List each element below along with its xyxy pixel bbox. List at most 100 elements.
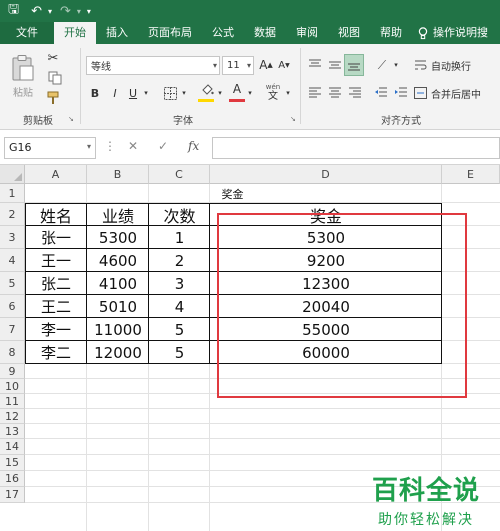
font-launcher-icon[interactable]: ↘ — [290, 115, 296, 123]
row-header-10[interactable]: 10 — [0, 379, 25, 394]
fill-dropdown-icon[interactable]: ▾ — [216, 84, 224, 102]
increase-indent-icon[interactable] — [392, 84, 410, 102]
clipboard-launcher-icon[interactable]: ↘ — [68, 115, 74, 123]
cell-performance[interactable]: 5010 — [87, 295, 149, 318]
italic-button[interactable]: I — [108, 84, 122, 102]
row-header-12[interactable]: 12 — [0, 409, 25, 424]
phonetic-dropdown-icon[interactable]: ▾ — [284, 84, 292, 102]
insert-function-icon[interactable]: fx — [188, 139, 199, 153]
header-cell-count[interactable]: 次数 — [149, 203, 210, 226]
gridline — [25, 438, 500, 439]
tell-me-search[interactable]: 操作说明搜 — [412, 22, 494, 44]
column-header-c[interactable]: C — [149, 165, 210, 184]
fill-color-icon[interactable] — [198, 82, 216, 98]
align-center-icon[interactable] — [326, 84, 344, 102]
cell-count[interactable]: 1 — [149, 226, 210, 249]
cell-count[interactable]: 2 — [149, 249, 210, 272]
header-cell-name[interactable]: 姓名 — [25, 203, 87, 226]
cell-name[interactable]: 李一 — [25, 318, 87, 341]
column-header-e[interactable]: E — [442, 165, 500, 184]
font-color-button[interactable]: A — [230, 81, 244, 97]
borders-icon[interactable] — [162, 84, 178, 102]
align-right-icon[interactable] — [346, 84, 364, 102]
phonetic-button[interactable]: wén 文 — [262, 82, 284, 102]
row-header-16[interactable]: 16 — [0, 471, 25, 487]
merge-center-button[interactable]: 合并后居中 — [414, 84, 500, 102]
cell-count[interactable]: 5 — [149, 318, 210, 341]
row-header-6[interactable]: 6 — [0, 295, 25, 318]
font-size-combo[interactable]: 11 ▾ — [222, 56, 254, 75]
cell-performance[interactable]: 4600 — [87, 249, 149, 272]
align-middle-icon[interactable] — [326, 56, 344, 74]
tab-help[interactable]: 帮助 — [370, 22, 412, 44]
cell-count[interactable]: 4 — [149, 295, 210, 318]
shrink-font-button[interactable]: A ▼ — [276, 56, 292, 74]
row-header-2[interactable]: 2 — [0, 203, 25, 226]
row-header-14[interactable]: 14 — [0, 439, 25, 455]
undo-dropdown-icon[interactable]: ▾ — [44, 0, 56, 22]
format-painter-icon[interactable] — [44, 90, 62, 106]
name-box[interactable]: G16 ▾ — [4, 137, 96, 159]
formula-input[interactable] — [212, 137, 500, 159]
cell-name[interactable]: 王一 — [25, 249, 87, 272]
cell-name[interactable]: 李二 — [25, 341, 87, 364]
grow-font-button[interactable]: A ▲ — [258, 56, 274, 74]
sheet-title-cell[interactable]: 奖金 — [210, 184, 255, 203]
cancel-icon[interactable]: ✕ — [128, 139, 138, 153]
font-name-combo[interactable]: 等线 ▾ — [86, 56, 220, 75]
cell-performance[interactable]: 12000 — [87, 341, 149, 364]
cell-performance[interactable]: 5300 — [87, 226, 149, 249]
cell-count[interactable]: 3 — [149, 272, 210, 295]
column-header-d[interactable]: D — [210, 165, 442, 184]
tab-formulas[interactable]: 公式 — [202, 22, 244, 44]
orientation-icon[interactable]: ⟋ — [372, 56, 392, 74]
underline-dropdown-icon[interactable]: ▾ — [142, 84, 150, 102]
decrease-indent-icon[interactable] — [372, 84, 390, 102]
cell-performance[interactable]: 4100 — [87, 272, 149, 295]
align-top-icon[interactable] — [306, 56, 324, 74]
bold-button[interactable]: B — [88, 84, 102, 102]
paste-button[interactable]: 粘贴 — [8, 50, 38, 102]
row-header-7[interactable]: 7 — [0, 318, 25, 341]
cell-name[interactable]: 王二 — [25, 295, 87, 318]
row-header-9[interactable]: 9 — [0, 364, 25, 379]
column-header-b[interactable]: B — [87, 165, 149, 184]
row-header-8[interactable]: 8 — [0, 341, 25, 364]
tab-home[interactable]: 开始 — [54, 22, 96, 44]
tab-data[interactable]: 数据 — [244, 22, 286, 44]
row-header-13[interactable]: 13 — [0, 424, 25, 439]
lightbulb-icon — [418, 26, 428, 39]
row-header-11[interactable]: 11 — [0, 394, 25, 409]
cut-icon[interactable]: ✂ — [44, 50, 62, 66]
redo-dropdown-icon[interactable]: ▾ — [73, 0, 85, 22]
row-header-1[interactable]: 1 — [0, 184, 25, 203]
row-header-4[interactable]: 4 — [0, 249, 25, 272]
font-color-dropdown-icon[interactable]: ▾ — [246, 84, 254, 102]
header-cell-performance[interactable]: 业绩 — [87, 203, 149, 226]
row-header-5[interactable]: 5 — [0, 272, 25, 295]
orientation-dropdown-icon[interactable]: ▾ — [392, 56, 400, 74]
cell-performance[interactable]: 11000 — [87, 318, 149, 341]
select-all-button[interactable] — [0, 165, 25, 184]
copy-icon[interactable] — [44, 70, 66, 86]
shrink-font-label: A — [278, 59, 286, 71]
enter-icon[interactable]: ✓ — [158, 139, 168, 153]
align-bottom-icon[interactable] — [344, 54, 364, 76]
tab-view[interactable]: 视图 — [328, 22, 370, 44]
wrap-text-button[interactable]: 自动换行 — [414, 56, 484, 74]
row-header-15[interactable]: 15 — [0, 455, 25, 471]
tab-file[interactable]: 文件 — [0, 22, 54, 44]
underline-button[interactable]: U — [126, 84, 140, 102]
cell-name[interactable]: 张一 — [25, 226, 87, 249]
cell-name[interactable]: 张二 — [25, 272, 87, 295]
tab-page-layout[interactable]: 页面布局 — [138, 22, 202, 44]
align-left-icon[interactable] — [306, 84, 324, 102]
save-icon[interactable]: 🖫 — [4, 0, 23, 22]
column-header-a[interactable]: A — [25, 165, 87, 184]
borders-dropdown-icon[interactable]: ▾ — [180, 84, 188, 102]
row-header-3[interactable]: 3 — [0, 226, 25, 249]
tab-review[interactable]: 审阅 — [286, 22, 328, 44]
tab-insert[interactable]: 插入 — [96, 22, 138, 44]
cell-count[interactable]: 5 — [149, 341, 210, 364]
row-header-17[interactable]: 17 — [0, 487, 25, 503]
